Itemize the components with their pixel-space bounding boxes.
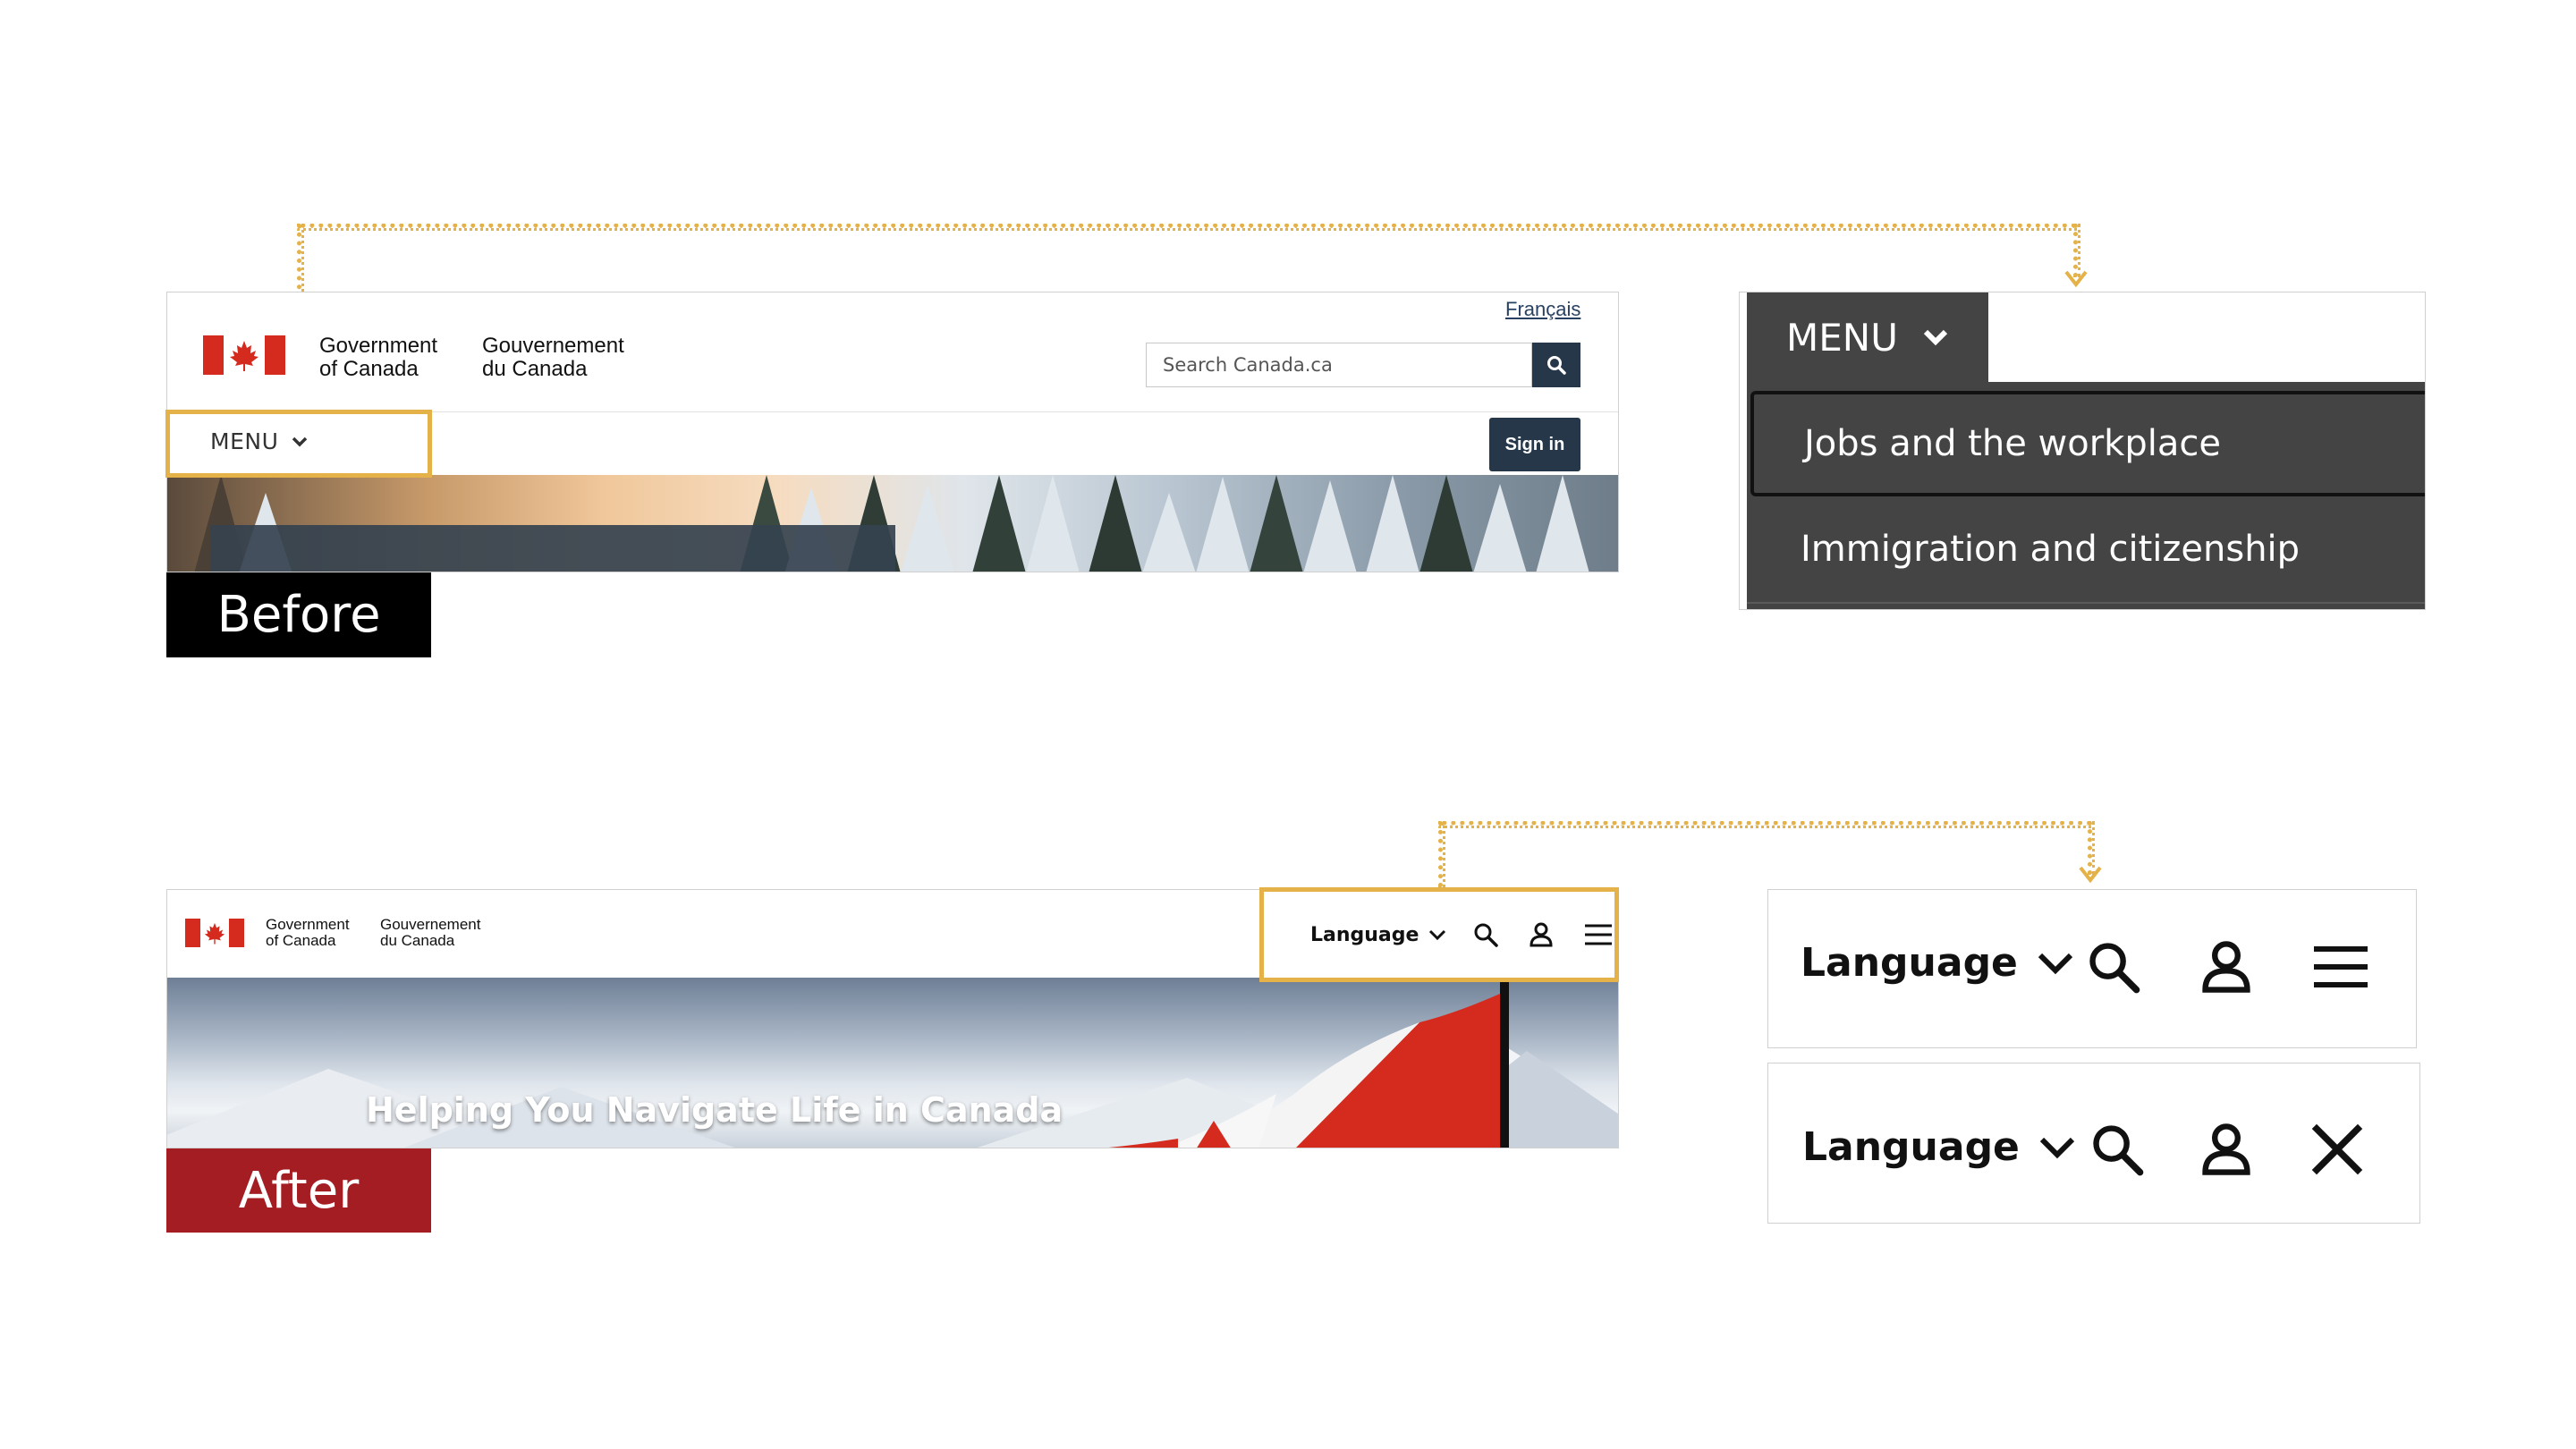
- language-toggle-link[interactable]: Français: [1505, 298, 1580, 321]
- language-button[interactable]: Language: [1801, 940, 2075, 986]
- sign-in-button[interactable]: Sign in: [1489, 418, 1580, 471]
- maple-leaf-icon: [230, 341, 258, 371]
- wordmark-french: Gouvernement du Canada: [380, 917, 480, 948]
- wordmark-en-line1: Government: [266, 916, 350, 933]
- canada-flag: [203, 335, 285, 375]
- wordmark-en-line1: Government: [319, 334, 438, 358]
- search-icon[interactable]: [2089, 1121, 2146, 1178]
- waving-flag-graphic: [1108, 994, 1500, 1148]
- menu-zoom-button[interactable]: MENU: [1747, 292, 1988, 382]
- chevron-down-icon: [2038, 953, 2073, 974]
- menu-zoom-panel: MENU Jobs and the workplace Immigration …: [1739, 292, 2426, 610]
- user-icon[interactable]: [2198, 1121, 2255, 1178]
- hero-banner: Helping You Navigate Life in Canada: [167, 978, 1618, 1148]
- wordmark-english: Government of Canada: [319, 335, 437, 380]
- zoom-row-close: Language: [1767, 1063, 2420, 1224]
- menu-zoom-label: MENU: [1786, 315, 1898, 360]
- wordmark-en-line2: of Canada: [266, 932, 336, 949]
- chevron-down-icon: [2039, 1137, 2075, 1158]
- menu-item-immigration[interactable]: Immigration and citizenship: [1747, 496, 2425, 602]
- language-button[interactable]: Language: [1802, 1124, 2077, 1170]
- after-tag: After: [166, 1148, 431, 1233]
- menu-dropdown: Jobs and the workplace Immigration and c…: [1747, 382, 2425, 609]
- search-input[interactable]: Search Canada.ca: [1146, 343, 1532, 387]
- wordmark-fr-line1: Gouvernement: [380, 916, 481, 933]
- user-icon[interactable]: [2198, 938, 2255, 996]
- hero-banner: [167, 475, 1618, 572]
- menu-item-jobs[interactable]: Jobs and the workplace: [1750, 391, 2425, 496]
- wordmark-fr-line2: du Canada: [380, 932, 455, 949]
- menu-divider: [1747, 602, 2425, 604]
- close-icon[interactable]: [2309, 1121, 2366, 1178]
- connector-menu-horizontal: [297, 224, 2077, 231]
- menu-icon[interactable]: [2309, 942, 2373, 992]
- connector-actions-vertical: [1438, 821, 1445, 887]
- before-tag: Before: [166, 572, 431, 657]
- wordmark-french: Gouvernement du Canada: [482, 335, 624, 380]
- wordmark-fr-line1: Gouvernement: [482, 334, 624, 358]
- chevron-down-icon: [1923, 329, 1948, 346]
- actions-highlight-box: [1259, 887, 1619, 982]
- search-icon: [1547, 356, 1566, 375]
- zoom-row-menu: Language: [1767, 889, 2417, 1048]
- hero-title: Helping You Navigate Life in Canada: [366, 1090, 1063, 1130]
- language-label: Language: [1801, 940, 2018, 986]
- wordmark-en-line2: of Canada: [319, 357, 419, 381]
- search-button[interactable]: [1532, 343, 1580, 387]
- canada-flag: [185, 919, 244, 947]
- connector-actions-horizontal: [1438, 821, 2091, 828]
- search-icon[interactable]: [2085, 938, 2142, 996]
- connector-actions-arrowhead: [2079, 866, 2102, 884]
- hero-title-panel: [210, 525, 895, 572]
- menu-highlight-box: [165, 410, 432, 478]
- wordmark-english: Government of Canada: [266, 917, 350, 948]
- wordmark-fr-line2: du Canada: [482, 357, 588, 381]
- maple-leaf-icon: [204, 922, 225, 945]
- language-label: Language: [1802, 1124, 2020, 1170]
- connector-menu-arrowhead: [2064, 270, 2088, 288]
